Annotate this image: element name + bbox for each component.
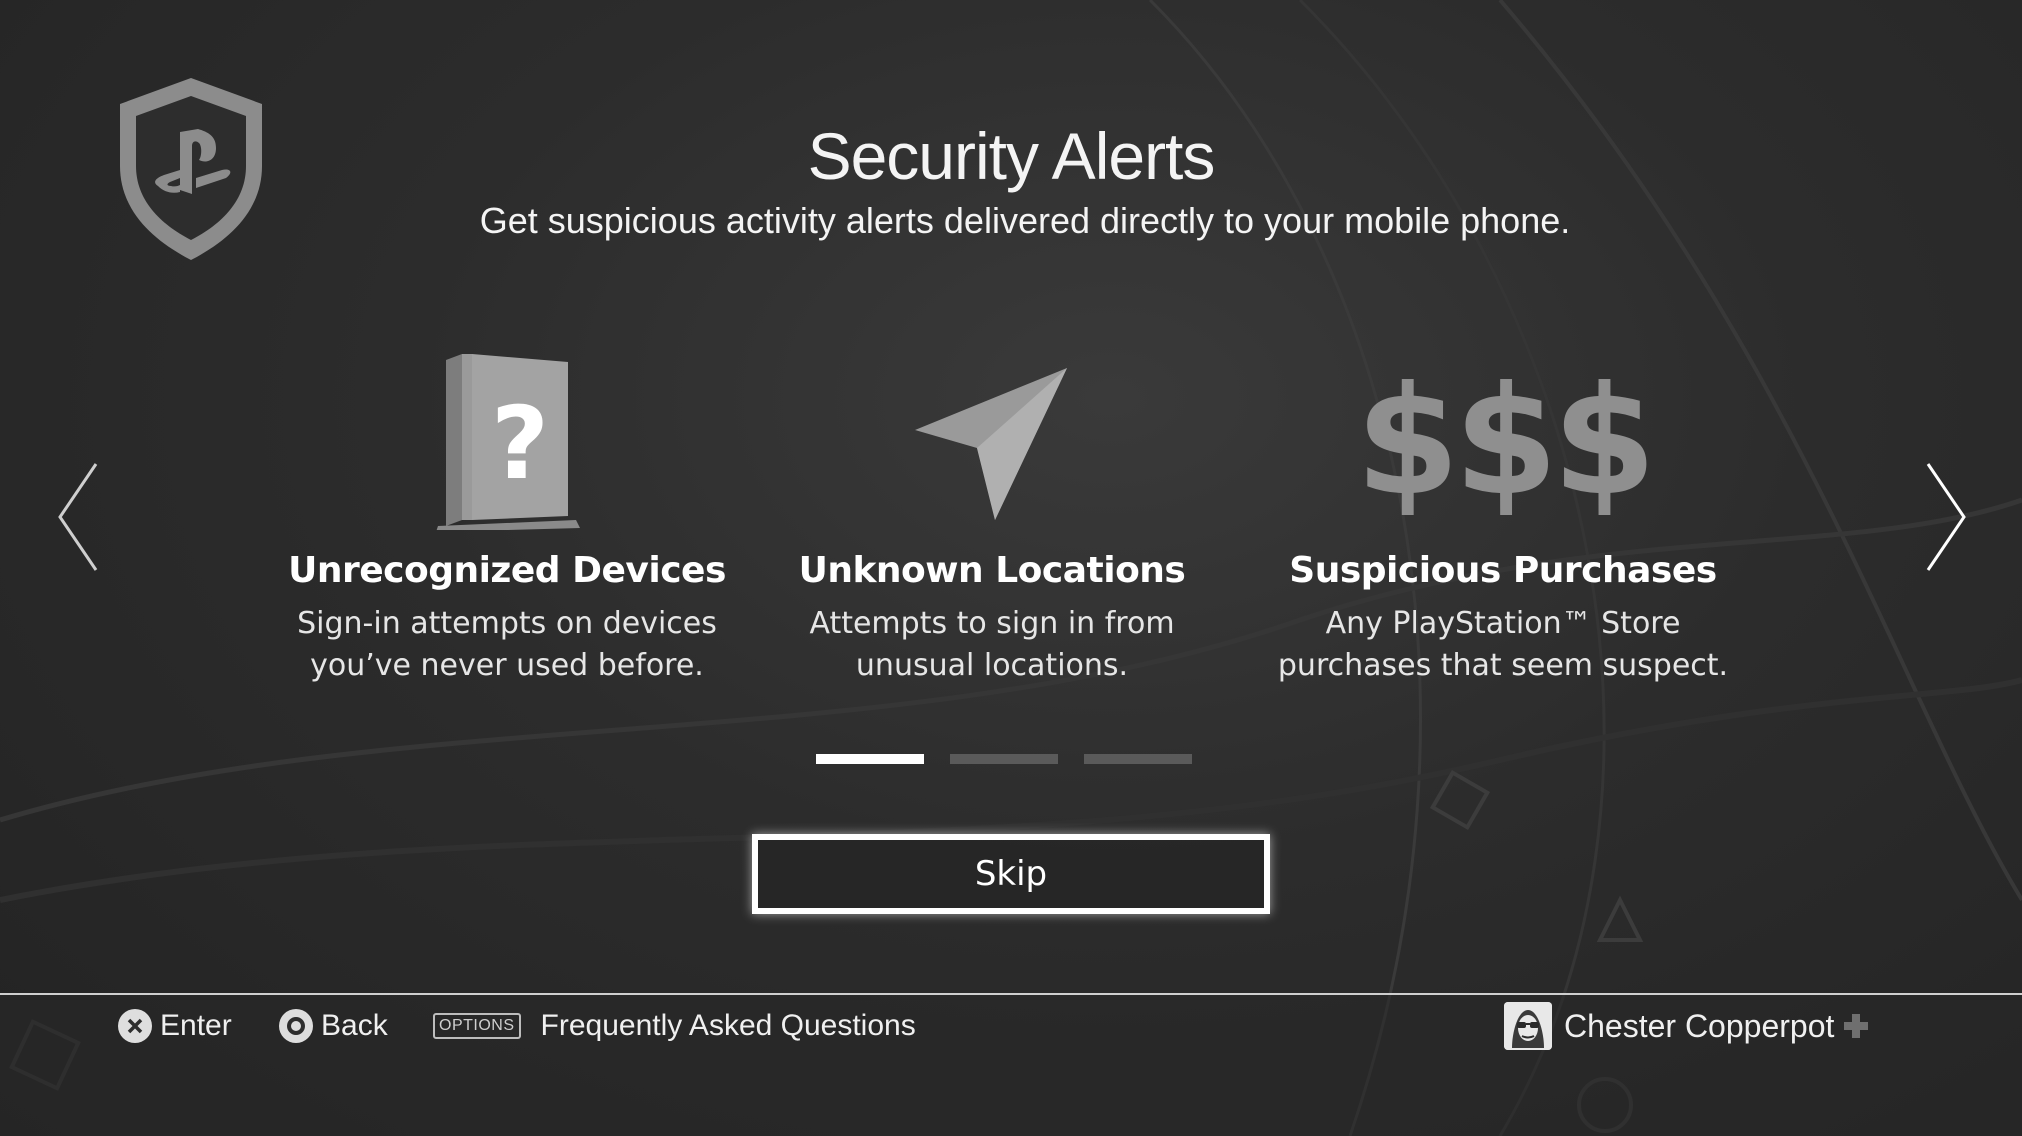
security-alerts-screen: Security Alerts Get suspicious activity …	[0, 0, 2022, 1136]
feature-description-line: unusual locations.	[855, 648, 1129, 683]
page-subtitle: Get suspicious activity alerts delivered…	[479, 200, 1571, 241]
location-arrow-icon	[762, 330, 1222, 530]
skip-button[interactable]: Skip	[752, 834, 1270, 914]
feature-description: Any PlayStation™ Store purchases that se…	[1273, 603, 1733, 687]
page-indicator-item	[1084, 754, 1192, 764]
avatar	[1504, 1002, 1552, 1050]
back-label: Back	[321, 1009, 388, 1042]
footer-divider	[0, 993, 2022, 995]
feature-description: Sign-in attempts on devices you’ve never…	[277, 603, 737, 687]
feature-description-line: Attempts to sign in from	[809, 606, 1175, 641]
faq-label: Frequently Asked Questions	[540, 1009, 916, 1042]
feature-description-line: Sign-in attempts on devices	[297, 606, 717, 641]
feature-unrecognized-devices: ? Unrecognized Devices Sign-in attempts …	[277, 330, 737, 687]
page-indicator-item	[950, 754, 1058, 764]
feature-description: Attempts to sign in from unusual locatio…	[762, 603, 1222, 687]
feature-description-line: you’ve never used before.	[310, 648, 704, 683]
chevron-left-icon[interactable]	[52, 458, 112, 576]
circle-button-icon	[279, 1009, 313, 1043]
username: Chester Copperpot	[1564, 1007, 1835, 1044]
dollar-signs-icon: $$$	[1273, 330, 1733, 530]
chevron-right-icon[interactable]	[1916, 458, 1976, 576]
faq-hint[interactable]: OPTIONS Frequently Asked Questions	[433, 1006, 916, 1046]
page-indicator	[816, 754, 1192, 764]
enter-hint[interactable]: Enter	[118, 1006, 232, 1046]
back-hint[interactable]: Back	[279, 1006, 388, 1046]
feature-suspicious-purchases: $$$ Suspicious Purchases Any PlayStation…	[1273, 330, 1733, 687]
feature-description-line: Any PlayStation™ Store	[1325, 606, 1681, 641]
options-button-icon: OPTIONS	[433, 1013, 521, 1039]
playstation-plus-icon	[1844, 1014, 1869, 1038]
skip-button-label: Skip	[974, 854, 1048, 894]
feature-title: Unknown Locations	[798, 550, 1186, 591]
user-profile: Chester Copperpot	[1504, 1001, 1870, 1051]
page-title: Security Alerts	[807, 119, 1216, 193]
dollar-signs-text: $$$	[1355, 355, 1656, 529]
feature-title: Suspicious Purchases	[1289, 550, 1717, 591]
page-indicator-item	[816, 754, 924, 764]
console-question-icon: ?	[277, 330, 737, 530]
feature-unknown-locations: Unknown Locations Attempts to sign in fr…	[762, 330, 1222, 687]
cross-button-icon	[118, 1009, 152, 1043]
svg-text:?: ?	[491, 385, 549, 502]
enter-label: Enter	[160, 1009, 232, 1042]
feature-title: Unrecognized Devices	[288, 550, 726, 591]
feature-description-line: purchases that seem suspect.	[1277, 648, 1729, 683]
